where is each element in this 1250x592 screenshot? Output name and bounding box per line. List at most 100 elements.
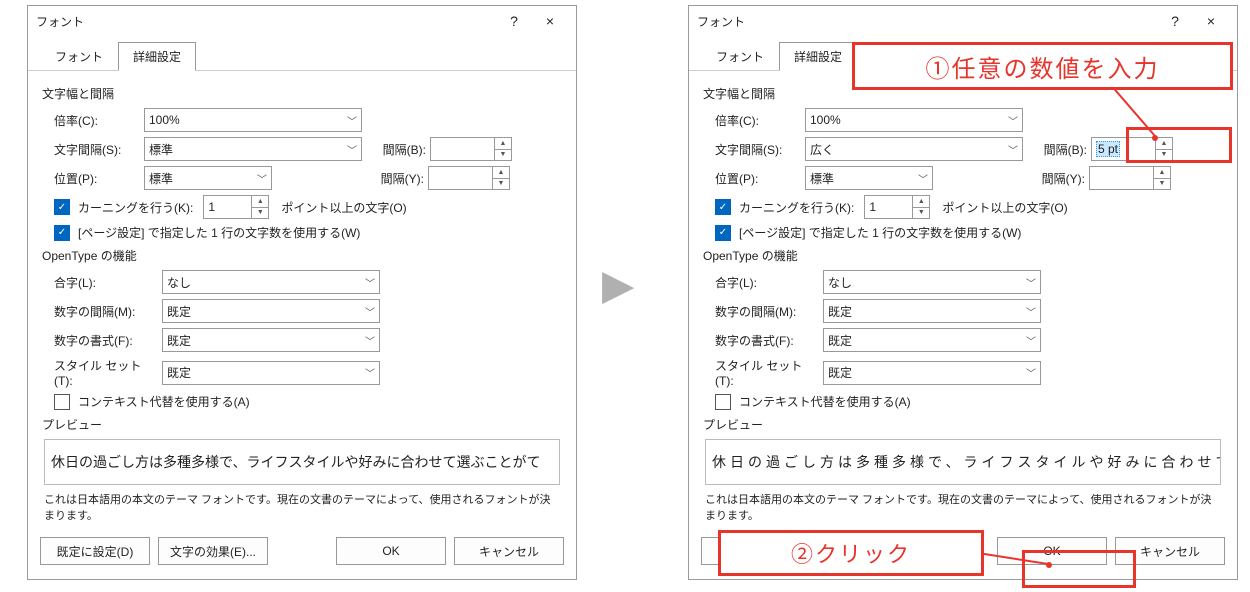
chevron-down-icon: ﹀ xyxy=(347,142,357,157)
row-numform: 数字の書式(F): 既定 ﹀ xyxy=(44,328,560,352)
kerning-label: カーニングを行う(K): xyxy=(739,199,854,216)
spin-down-icon[interactable]: ▼ xyxy=(1156,150,1172,161)
numform-label: 数字の書式(F): xyxy=(715,332,819,349)
dialog-footer: 既定に設定(D) 文字の効果(E)... OK キャンセル xyxy=(28,529,576,573)
chevron-down-icon: ﹀ xyxy=(1026,333,1036,348)
spinner-buttons[interactable]: ▲ ▼ xyxy=(912,196,929,218)
scale-label: 倍率(C): xyxy=(54,112,140,129)
styleset-combo[interactable]: 既定 ﹀ xyxy=(162,361,380,385)
row-pagegrid: ✓ [ページ設定] で指定した 1 行の文字数を使用する(W) xyxy=(44,224,560,241)
numspace-combo[interactable]: 既定 ﹀ xyxy=(823,299,1041,323)
scale-combo[interactable]: 100% ﹀ xyxy=(144,108,362,132)
styleset-value: 既定 xyxy=(167,364,191,381)
spin-down-icon[interactable]: ▼ xyxy=(493,179,509,190)
styleset-combo[interactable]: 既定 ﹀ xyxy=(823,361,1041,385)
preview-box: 休日の過ごし方は多種多様で、ライフスタイルや好みに合わせて選ぶことがて xyxy=(44,439,560,485)
ligature-label: 合字(L): xyxy=(54,274,158,291)
context-checkbox[interactable] xyxy=(715,394,731,410)
spacing-combo[interactable]: 広く ﹀ xyxy=(805,137,1023,161)
chevron-down-icon: ﹀ xyxy=(918,171,928,186)
kerning-value: 1 xyxy=(208,200,215,214)
close-button[interactable]: × xyxy=(532,9,568,33)
spacing-label: 文字間隔(S): xyxy=(715,141,801,158)
spin-down-icon[interactable]: ▼ xyxy=(1154,179,1170,190)
spacing-label: 文字間隔(S): xyxy=(54,141,140,158)
spin-up-icon[interactable]: ▲ xyxy=(1154,167,1170,179)
kerning-value: 1 xyxy=(869,200,876,214)
spin-down-icon[interactable]: ▼ xyxy=(495,150,511,161)
interval-b-spinner[interactable]: ▲ ▼ xyxy=(430,137,512,161)
help-button[interactable]: ? xyxy=(496,9,532,33)
spin-down-icon[interactable]: ▼ xyxy=(252,208,268,219)
font-dialog-after: フォント ? × フォント 詳細設定 文字幅と間隔 倍率(C): 100% ﹀ … xyxy=(688,5,1238,580)
progress-arrow-icon: ▶ xyxy=(602,260,634,309)
spin-up-icon[interactable]: ▲ xyxy=(495,138,511,150)
numform-combo[interactable]: 既定 ﹀ xyxy=(823,328,1041,352)
row-kerning: ✓ カーニングを行う(K): 1 ▲ ▼ ポイント以上の文字(O) xyxy=(44,195,560,219)
preview-help-text: これは日本語用の本文のテーマ フォントです。現在の文書のテーマによって、使用され… xyxy=(705,491,1221,523)
tab-advanced[interactable]: 詳細設定 xyxy=(779,42,857,71)
kerning-spinner[interactable]: 1 ▲ ▼ xyxy=(203,195,269,219)
section-preview: プレビュー xyxy=(703,416,1221,433)
context-checkbox[interactable] xyxy=(54,394,70,410)
spin-up-icon[interactable]: ▲ xyxy=(252,196,268,208)
default-button[interactable]: 既定に設定(D) xyxy=(40,537,150,565)
numform-combo[interactable]: 既定 ﹀ xyxy=(162,328,380,352)
numform-value: 既定 xyxy=(828,332,852,349)
annotation-1: ①任意の数値を入力 xyxy=(852,42,1233,90)
numform-value: 既定 xyxy=(167,332,191,349)
dialog-body: 文字幅と間隔 倍率(C): 100% ﹀ 文字間隔(S): 広く ﹀ 間隔(B)… xyxy=(689,71,1237,539)
kerning-checkbox[interactable]: ✓ xyxy=(54,199,70,215)
tab-font[interactable]: フォント xyxy=(701,42,779,71)
help-button[interactable]: ? xyxy=(1157,9,1193,33)
spin-up-icon[interactable]: ▲ xyxy=(493,167,509,179)
spinner-buttons[interactable]: ▲ ▼ xyxy=(1153,167,1170,189)
kerning-checkbox[interactable]: ✓ xyxy=(715,199,731,215)
chevron-down-icon: ﹀ xyxy=(1008,142,1018,157)
spin-up-icon[interactable]: ▲ xyxy=(913,196,929,208)
context-label: コンテキスト代替を使用する(A) xyxy=(739,393,911,410)
close-button[interactable]: × xyxy=(1193,9,1229,33)
spinner-buttons[interactable]: ▲ ▼ xyxy=(1155,138,1172,160)
ok-button[interactable]: OK xyxy=(997,537,1107,565)
row-context: コンテキスト代替を使用する(A) xyxy=(705,393,1221,410)
spin-down-icon[interactable]: ▼ xyxy=(913,208,929,219)
scale-value: 100% xyxy=(810,113,841,127)
interval-y-spinner[interactable]: ▲ ▼ xyxy=(1089,166,1171,190)
ok-button[interactable]: OK xyxy=(336,537,446,565)
spinner-buttons[interactable]: ▲ ▼ xyxy=(492,167,509,189)
cancel-button[interactable]: キャンセル xyxy=(1115,537,1225,565)
pagegrid-checkbox[interactable]: ✓ xyxy=(54,225,70,241)
scale-combo[interactable]: 100% ﹀ xyxy=(805,108,1023,132)
interval-b-spinner[interactable]: 5 pt ▲ ▼ xyxy=(1091,137,1173,161)
kerning-spinner[interactable]: 1 ▲ ▼ xyxy=(864,195,930,219)
pagegrid-checkbox[interactable]: ✓ xyxy=(715,225,731,241)
position-combo[interactable]: 標準 ﹀ xyxy=(144,166,272,190)
numspace-value: 既定 xyxy=(167,303,191,320)
interval-y-spinner[interactable]: ▲ ▼ xyxy=(428,166,510,190)
row-styleset: スタイル セット(T): 既定 ﹀ xyxy=(705,357,1221,388)
tab-font[interactable]: フォント xyxy=(40,42,118,71)
chevron-down-icon: ﹀ xyxy=(257,171,267,186)
spin-up-icon[interactable]: ▲ xyxy=(1156,138,1172,150)
spinner-buttons[interactable]: ▲ ▼ xyxy=(251,196,268,218)
spacing-value: 標準 xyxy=(149,141,173,158)
cancel-button[interactable]: キャンセル xyxy=(454,537,564,565)
spacing-value: 広く xyxy=(810,141,834,158)
ligature-combo[interactable]: なし ﹀ xyxy=(162,270,380,294)
position-combo[interactable]: 標準 ﹀ xyxy=(805,166,933,190)
numspace-combo[interactable]: 既定 ﹀ xyxy=(162,299,380,323)
tab-advanced[interactable]: 詳細設定 xyxy=(118,42,196,71)
section-opentype: OpenType の機能 xyxy=(703,247,1221,264)
dialog-body: 文字幅と間隔 倍率(C): 100% ﹀ 文字間隔(S): 標準 ﹀ 間隔(B)… xyxy=(28,71,576,539)
chevron-down-icon: ﹀ xyxy=(365,365,375,380)
row-kerning: ✓ カーニングを行う(K): 1 ▲ ▼ ポイント以上の文字(O) xyxy=(705,195,1221,219)
row-position: 位置(P): 標準 ﹀ 間隔(Y): ▲ ▼ xyxy=(705,166,1221,190)
chevron-down-icon: ﹀ xyxy=(1026,275,1036,290)
spinner-buttons[interactable]: ▲ ▼ xyxy=(494,138,511,160)
pagegrid-label: [ページ設定] で指定した 1 行の文字数を使用する(W) xyxy=(78,224,360,241)
ligature-combo[interactable]: なし ﹀ xyxy=(823,270,1041,294)
spacing-combo[interactable]: 標準 ﹀ xyxy=(144,137,362,161)
interval-b-label: 間隔(B): xyxy=(1027,141,1087,158)
text-effects-button[interactable]: 文字の効果(E)... xyxy=(158,537,268,565)
